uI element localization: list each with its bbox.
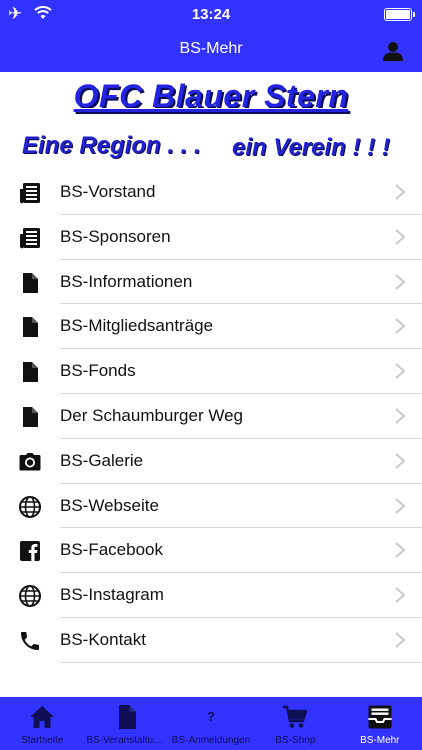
- menu-item-instagram[interactable]: BS-Instagram: [0, 573, 422, 618]
- chevron-right-icon: [395, 632, 406, 648]
- status-time: 13:24: [191, 6, 231, 23]
- menu-item-vorstand[interactable]: BS-Vorstand: [0, 170, 422, 215]
- tab-bar: Startseite BS-Veranstaltungen ? BS-Anmel…: [0, 697, 422, 750]
- battery-icon: [384, 8, 415, 21]
- menu-item-facebook[interactable]: BS-Facebook: [0, 528, 422, 574]
- chevron-right-icon: [395, 318, 406, 335]
- menu-item-label: BS-Kontakt: [60, 629, 146, 649]
- menu-list: BS-Vorstand BS-Sponsoren BS-Informatione…: [0, 170, 422, 663]
- menu-item-label: BS-Webseite: [60, 495, 159, 515]
- globe-icon: [19, 585, 41, 608]
- home-icon: [30, 706, 55, 728]
- tab-label: BS-Shop: [275, 735, 316, 746]
- menu-item-label: BS-Fonds: [60, 361, 136, 381]
- svg-text:?: ?: [207, 709, 215, 724]
- club-banner: OFC Blauer Stern Eine Region . . . ein V…: [0, 72, 422, 170]
- banner-slogan-left: Eine Region . . .: [22, 132, 201, 159]
- newspaper-icon: [19, 227, 40, 249]
- menu-item-galerie[interactable]: BS-Galerie: [0, 439, 422, 484]
- tab-shop[interactable]: BS-Shop: [253, 697, 337, 750]
- chevron-right-icon: [395, 184, 406, 200]
- menu-item-informationen[interactable]: BS-Informationen: [0, 260, 422, 305]
- top-bar: ✈ 13:24 BS-Mehr: [0, 0, 422, 72]
- cart-icon: [283, 705, 308, 728]
- menu-item-label: BS-Facebook: [60, 540, 163, 560]
- chevron-right-icon: [395, 497, 406, 514]
- inbox-icon: [368, 705, 392, 729]
- newspaper-icon: [19, 183, 40, 204]
- chevron-right-icon: [395, 453, 406, 469]
- tab-label: Startseite: [21, 735, 64, 746]
- chevron-right-icon: [395, 363, 406, 379]
- facebook-icon: [20, 541, 40, 562]
- menu-item-fonds[interactable]: BS-Fonds: [0, 349, 422, 394]
- chevron-right-icon: [395, 542, 406, 559]
- document-icon: [23, 362, 38, 383]
- chevron-right-icon: [395, 408, 406, 424]
- tab-label: BS-Anmeldungen: [171, 735, 251, 746]
- tab-startseite[interactable]: Startseite: [0, 697, 84, 750]
- menu-item-label: Der Schaumburger Weg: [60, 405, 243, 425]
- menu-item-label: BS-Mitgliedsanträge: [60, 316, 214, 336]
- page-title: BS-Mehr: [179, 40, 243, 57]
- tab-label: BS-Mehr: [360, 735, 400, 746]
- document-icon: [118, 705, 136, 729]
- chevron-right-icon: [395, 229, 406, 245]
- menu-item-label: BS-Instagram: [60, 585, 164, 605]
- phone-icon: [21, 631, 39, 650]
- menu-item-label: BS-Galerie: [60, 450, 144, 470]
- banner-title: OFC Blauer Stern: [73, 78, 349, 114]
- menu-item-label: BS-Informationen: [60, 271, 193, 291]
- globe-icon: [19, 495, 41, 518]
- status-bar: ✈ 13:24: [0, 0, 422, 28]
- document-icon: [23, 406, 38, 427]
- banner-slogan-right: ein Verein ! ! !: [232, 134, 390, 161]
- menu-item-schaumburger-weg[interactable]: Der Schaumburger Weg: [0, 394, 422, 439]
- tab-veranstaltungen[interactable]: BS-Veranstaltungen: [84, 697, 169, 750]
- menu-item-webseite[interactable]: BS-Webseite: [0, 484, 422, 529]
- tab-mehr[interactable]: BS-Mehr: [338, 697, 422, 750]
- menu-item-label: BS-Sponsoren: [60, 226, 171, 246]
- chevron-right-icon: [395, 587, 406, 603]
- menu-item-mitgliedsantraege[interactable]: BS-Mitgliedsanträge: [0, 304, 422, 350]
- tab-label: BS-Veranstaltungen: [86, 735, 169, 746]
- document-icon: [23, 317, 38, 338]
- row-divider: [60, 661, 422, 663]
- menu-item-sponsoren[interactable]: BS-Sponsoren: [0, 215, 422, 260]
- question-icon: ?: [207, 709, 215, 724]
- camera-icon: [19, 452, 41, 471]
- chevron-right-icon: [395, 273, 406, 290]
- user-icon[interactable]: [382, 40, 404, 62]
- menu-item-kontakt[interactable]: BS-Kontakt: [0, 618, 422, 663]
- menu-item-label: BS-Vorstand: [60, 182, 156, 201]
- tab-anmeldungen[interactable]: ? BS-Anmeldungen: [169, 697, 253, 750]
- document-icon: [23, 272, 38, 293]
